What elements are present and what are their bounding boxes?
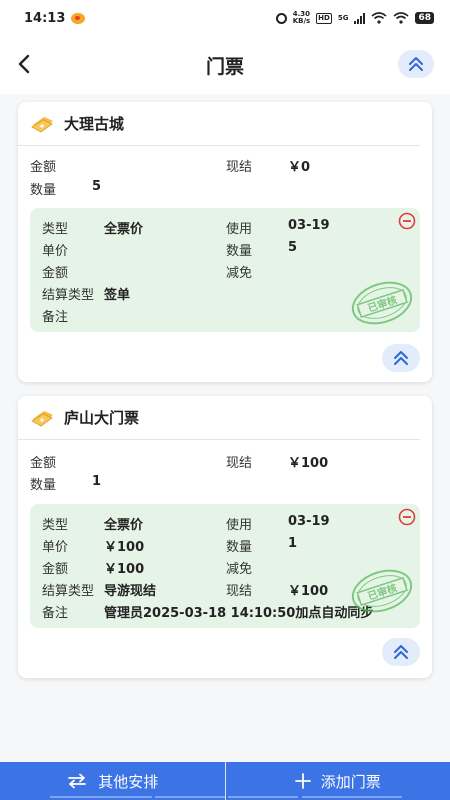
button-underline bbox=[155, 796, 225, 798]
ticket-card: 大理古城 金额 现结 ￥0 数量 5 类型 全票价 使用 03-19 单价 数量… bbox=[18, 102, 432, 382]
double-chevron-up-icon bbox=[394, 645, 408, 659]
ticket-card-header: 大理古城 bbox=[18, 102, 420, 146]
settlement-type-label: 结算类型 bbox=[42, 584, 95, 599]
double-chevron-up-icon bbox=[394, 351, 408, 365]
status-time: 14:13 bbox=[24, 10, 66, 26]
detail-amount-label: 金额 bbox=[42, 562, 69, 577]
ticket-detail-panel: 类型 全票价 使用 03-19 单价 数量 5 金额 减免 结算类型 签单 备注… bbox=[30, 208, 420, 332]
network-speed: 4.30 KB/s bbox=[293, 11, 310, 25]
detail-settled-label: 现结 bbox=[226, 584, 253, 599]
type-value: 全票价 bbox=[104, 222, 144, 237]
amount-label: 金额 bbox=[30, 160, 57, 175]
battery-indicator: 68 bbox=[415, 12, 434, 24]
settled-value: ￥0 bbox=[288, 160, 311, 175]
type-label: 类型 bbox=[42, 518, 69, 533]
quantity-value: 1 bbox=[92, 474, 102, 489]
add-ticket-label: 添加门票 bbox=[320, 772, 381, 791]
unit-price-value: ￥100 bbox=[104, 540, 145, 555]
ticket-icon bbox=[31, 116, 53, 132]
weibo-notification-icon bbox=[71, 12, 86, 24]
amount-label: 金额 bbox=[30, 456, 57, 471]
bottom-action-bar: 其他安排 添加门票 bbox=[0, 762, 450, 800]
detail-settled-value: ￥100 bbox=[288, 584, 329, 599]
card-collapse-button[interactable] bbox=[382, 638, 420, 666]
detail-quantity-label: 数量 bbox=[226, 244, 253, 259]
use-value: 03-19 bbox=[288, 218, 330, 233]
ticket-name: 庐山大门票 bbox=[64, 409, 140, 427]
unit-price-label: 单价 bbox=[42, 540, 69, 555]
button-underline bbox=[50, 796, 152, 798]
plus-icon bbox=[294, 773, 311, 789]
network-speed-unit: KB/s bbox=[292, 17, 311, 25]
add-ticket-button[interactable]: 添加门票 bbox=[226, 762, 450, 800]
app-header: 门票 bbox=[0, 36, 450, 94]
settlement-type-value: 导游现结 bbox=[104, 584, 157, 599]
remove-icon[interactable] bbox=[398, 508, 416, 526]
remark-label: 备注 bbox=[42, 606, 69, 621]
ticket-name: 大理古城 bbox=[64, 115, 125, 133]
detail-amount-value: ￥100 bbox=[104, 562, 145, 577]
use-label: 使用 bbox=[226, 518, 253, 533]
type-value: 全票价 bbox=[104, 518, 144, 533]
wifi-icon-secondary bbox=[393, 12, 409, 24]
card-collapse-button[interactable] bbox=[382, 344, 420, 372]
remove-icon[interactable] bbox=[398, 212, 416, 230]
swap-arrows-icon bbox=[68, 773, 87, 789]
quantity-label: 数量 bbox=[30, 183, 57, 198]
detail-quantity-label: 数量 bbox=[226, 540, 253, 555]
collapse-all-button[interactable] bbox=[398, 50, 434, 78]
remark-label: 备注 bbox=[42, 310, 69, 325]
approved-stamp-icon: 已审核 bbox=[351, 281, 413, 325]
settlement-type-value: 签单 bbox=[104, 288, 131, 303]
use-label: 使用 bbox=[226, 222, 253, 237]
wifi-icon bbox=[371, 12, 387, 24]
use-value: 03-19 bbox=[288, 514, 330, 529]
detail-amount-label: 金额 bbox=[42, 266, 69, 281]
status-left: 14:13 bbox=[24, 10, 86, 26]
detail-quantity-value: 5 bbox=[288, 240, 298, 255]
settlement-type-label: 结算类型 bbox=[42, 288, 95, 303]
signal-icon bbox=[354, 12, 366, 24]
hd-badge: HD bbox=[316, 12, 332, 24]
detail-quantity-value: 1 bbox=[288, 536, 298, 551]
quantity-value: 5 bbox=[92, 179, 102, 194]
ticket-card-header: 庐山大门票 bbox=[18, 396, 420, 440]
page-title: 门票 bbox=[205, 56, 244, 78]
status-right: 4.30 KB/s HD 5G 68 bbox=[275, 11, 434, 25]
remark-value: 管理员2025-03-18 14:10:50加点自动同步 bbox=[104, 606, 374, 621]
settled-label: 现结 bbox=[226, 456, 253, 471]
discount-label: 减免 bbox=[226, 266, 253, 281]
ticket-icon bbox=[31, 410, 53, 426]
discount-label: 减免 bbox=[226, 562, 253, 577]
status-bar: 14:13 4.30 KB/s HD 5G 68 bbox=[0, 0, 450, 36]
button-underline bbox=[301, 796, 402, 798]
ticket-detail-panel: 类型 全票价 使用 03-19 单价 ￥100 数量 1 金额 ￥100 减免 … bbox=[30, 504, 420, 628]
settled-label: 现结 bbox=[226, 160, 253, 175]
quantity-label: 数量 bbox=[30, 478, 57, 493]
alarm-icon bbox=[275, 12, 287, 24]
approved-stamp-icon: 已审核 bbox=[351, 569, 413, 613]
type-label: 类型 bbox=[42, 222, 69, 237]
ticket-card: 庐山大门票 金额 现结 ￥100 数量 1 类型 全票价 使用 03-19 单价… bbox=[18, 396, 432, 678]
double-chevron-up-icon bbox=[409, 57, 423, 71]
other-arrangements-button[interactable]: 其他安排 bbox=[0, 762, 225, 800]
other-arrangements-label: 其他安排 bbox=[98, 772, 159, 791]
unit-price-label: 单价 bbox=[42, 244, 69, 259]
network-type: 5G bbox=[337, 14, 349, 22]
button-underline bbox=[227, 796, 298, 798]
settled-value: ￥100 bbox=[288, 456, 329, 471]
